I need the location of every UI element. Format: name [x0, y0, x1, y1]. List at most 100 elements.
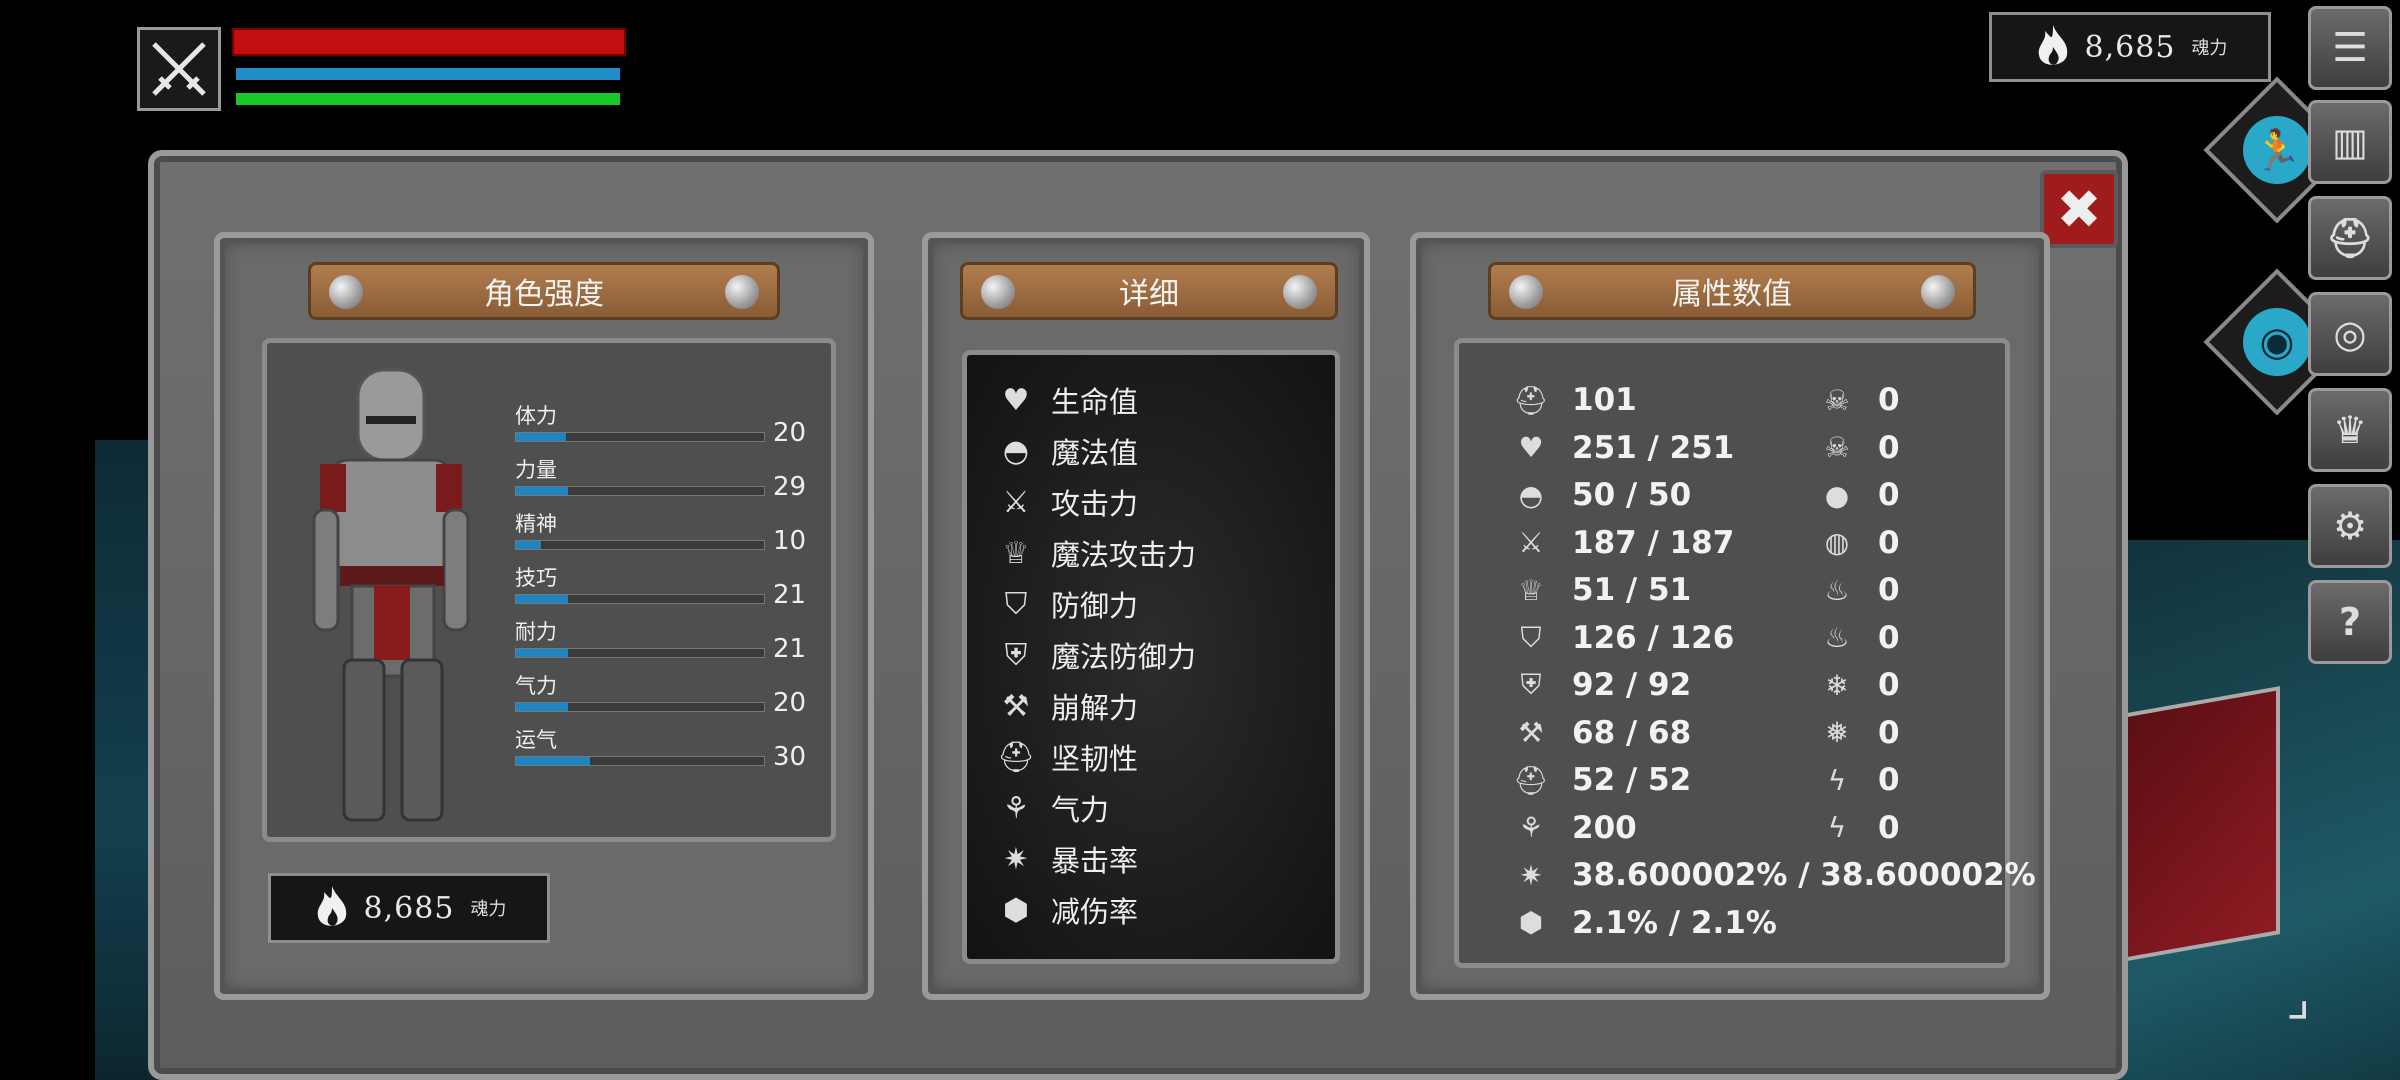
- critical-star-icon: ✷: [1003, 841, 1029, 877]
- crown-icon: ♛: [2332, 408, 2368, 452]
- magic-shield-icon: ⛨: [1004, 637, 1028, 673]
- frost-icon: ❄: [1825, 668, 1849, 702]
- attribute-value: 200: [1572, 809, 1637, 846]
- sword-icon: ⚔: [1002, 484, 1030, 520]
- stat-bar-fill: [516, 703, 569, 711]
- stat-bar: [515, 486, 765, 496]
- stat-row: 技巧 21: [515, 562, 806, 610]
- attribute-row: ⛉ 126 / 126: [1512, 616, 1734, 660]
- heart-icon: ♥: [1002, 382, 1030, 418]
- knight-helmet-icon: ⛑: [1513, 763, 1549, 797]
- resistance-row: ❄ 0: [1818, 663, 1899, 707]
- stat-value: 21: [773, 580, 807, 610]
- detail-label: 生命值: [1051, 385, 1139, 419]
- resistance-value: 0: [1878, 572, 1900, 608]
- flame-icon: [2038, 25, 2067, 65]
- stamina-bar: [236, 93, 620, 105]
- attribute-row: ⛨ 92 / 92: [1512, 663, 1691, 707]
- stat-bar: [515, 432, 765, 442]
- detail-label: 崩解力: [1051, 691, 1139, 725]
- resistance-value: 0: [1878, 382, 1900, 418]
- attribute-row: ⛑ 52 / 52: [1512, 758, 1691, 802]
- magic-crown-icon: ♕: [1518, 573, 1544, 607]
- eye-icon: ◉: [2243, 308, 2311, 376]
- attribute-value: 51 / 51: [1572, 572, 1692, 608]
- attribute-row: ⚔ 187 / 187: [1512, 521, 1734, 565]
- settings-button[interactable]: ⚙: [2308, 484, 2392, 568]
- magic-shield-icon: ⛨: [1520, 668, 1542, 701]
- help-button[interactable]: ?: [2308, 580, 2392, 664]
- attribute-row: ⚘ 200: [1512, 806, 1637, 850]
- attribute-row: ♕ 51 / 51: [1512, 568, 1691, 612]
- close-button[interactable]: ✖: [2040, 170, 2118, 248]
- resistance-value: 0: [1878, 524, 1900, 561]
- detail-item: ◓ 魔法值: [995, 428, 1138, 474]
- rivet-icon: [329, 275, 363, 309]
- lungs-icon: ⚘: [1518, 811, 1544, 844]
- stat-value: 20: [773, 418, 807, 448]
- attribute-row: ⚒ 68 / 68: [1512, 711, 1691, 755]
- stat-label: 技巧: [515, 566, 557, 590]
- stat-row: 精神 10: [515, 508, 806, 556]
- inventory-icon: ▥: [2332, 120, 2368, 164]
- detail-item: ⛉ 防御力: [995, 581, 1138, 627]
- stat-bar: [515, 702, 765, 712]
- frost-resist-icon: ❅: [1825, 716, 1849, 749]
- stat-value: 21: [773, 634, 807, 664]
- shield-icon: ⛉: [1004, 586, 1028, 622]
- detail-label: 防御力: [1051, 589, 1139, 623]
- stat-bar: [515, 756, 765, 766]
- souls-amount: 8,685: [2084, 29, 2176, 65]
- lungs-icon: ⚘: [1002, 790, 1030, 826]
- detail-label: 减伤率: [1051, 895, 1139, 929]
- resistance-row: ❅ 0: [1818, 711, 1900, 755]
- expand-icon[interactable]: ⌟: [2286, 968, 2358, 1054]
- weapon-slot[interactable]: [137, 27, 221, 111]
- running-man-icon: 🏃: [2243, 116, 2311, 184]
- stat-row: 耐力 21: [515, 616, 806, 664]
- help-icon: ?: [2338, 600, 2362, 644]
- main-menu-button[interactable]: ☰: [2308, 6, 2392, 90]
- heart-icon: ♥: [1518, 431, 1544, 464]
- inventory-button[interactable]: ▥: [2308, 100, 2392, 184]
- stat-bar-fill: [516, 541, 541, 549]
- magic-crown-icon: ♕: [1002, 535, 1030, 571]
- rivet-icon: [725, 275, 759, 309]
- detail-item: ♥ 生命值: [995, 377, 1138, 423]
- attributes-panel-title: 属性数值: [1672, 277, 1792, 312]
- equipment-button[interactable]: ⛑: [2308, 196, 2392, 280]
- stat-value: 10: [773, 526, 807, 556]
- rank-button[interactable]: ♛: [2308, 388, 2392, 472]
- background-red-rune: [2122, 686, 2280, 962]
- attribute-row: ⬢ 2.1% / 2.1%: [1512, 901, 1777, 945]
- rivet-icon: [1509, 275, 1543, 309]
- detail-label: 坚韧性: [1051, 742, 1139, 776]
- flame-icon: [317, 886, 346, 926]
- stat-bar-fill: [516, 433, 566, 441]
- stat-bar-fill: [516, 487, 569, 495]
- resistance-row: ϟ0: [1818, 758, 1900, 802]
- stat-value: 20: [773, 688, 807, 718]
- stat-row: 体力 20: [515, 400, 806, 448]
- resistance-row: ☠ 0: [1818, 378, 1900, 422]
- fire-icon: ♨: [1824, 573, 1850, 607]
- helmet-icon: ⛑: [2325, 215, 2375, 260]
- detail-item: ⚒ 崩解力: [995, 683, 1138, 729]
- detail-label: 攻击力: [1051, 487, 1139, 521]
- runes-button[interactable]: ◎: [2308, 292, 2392, 376]
- souls-counter-panel: 8,685 魂力: [268, 873, 550, 943]
- lightning-resist-icon: ϟ: [1827, 811, 1847, 844]
- detail-item: ⛨ 魔法防御力: [995, 632, 1196, 678]
- attribute-value: 2.1% / 2.1%: [1572, 904, 1777, 941]
- character-panel-title: 角色强度: [484, 277, 604, 312]
- attribute-value: 187 / 187: [1572, 524, 1735, 561]
- attribute-value: 38.600002% / 38.600002%: [1572, 857, 2036, 893]
- rivet-icon: [981, 275, 1015, 309]
- detail-item: ♕ 魔法攻击力: [995, 530, 1196, 576]
- pickaxe-icon: ⚒: [1002, 688, 1030, 724]
- stat-label: 耐力: [515, 620, 557, 644]
- resistance-value: 0: [1878, 714, 1900, 751]
- attribute-value: 52 / 52: [1572, 762, 1692, 798]
- lightning-icon: ϟ: [1827, 763, 1847, 797]
- attribute-value: 68 / 68: [1572, 714, 1692, 751]
